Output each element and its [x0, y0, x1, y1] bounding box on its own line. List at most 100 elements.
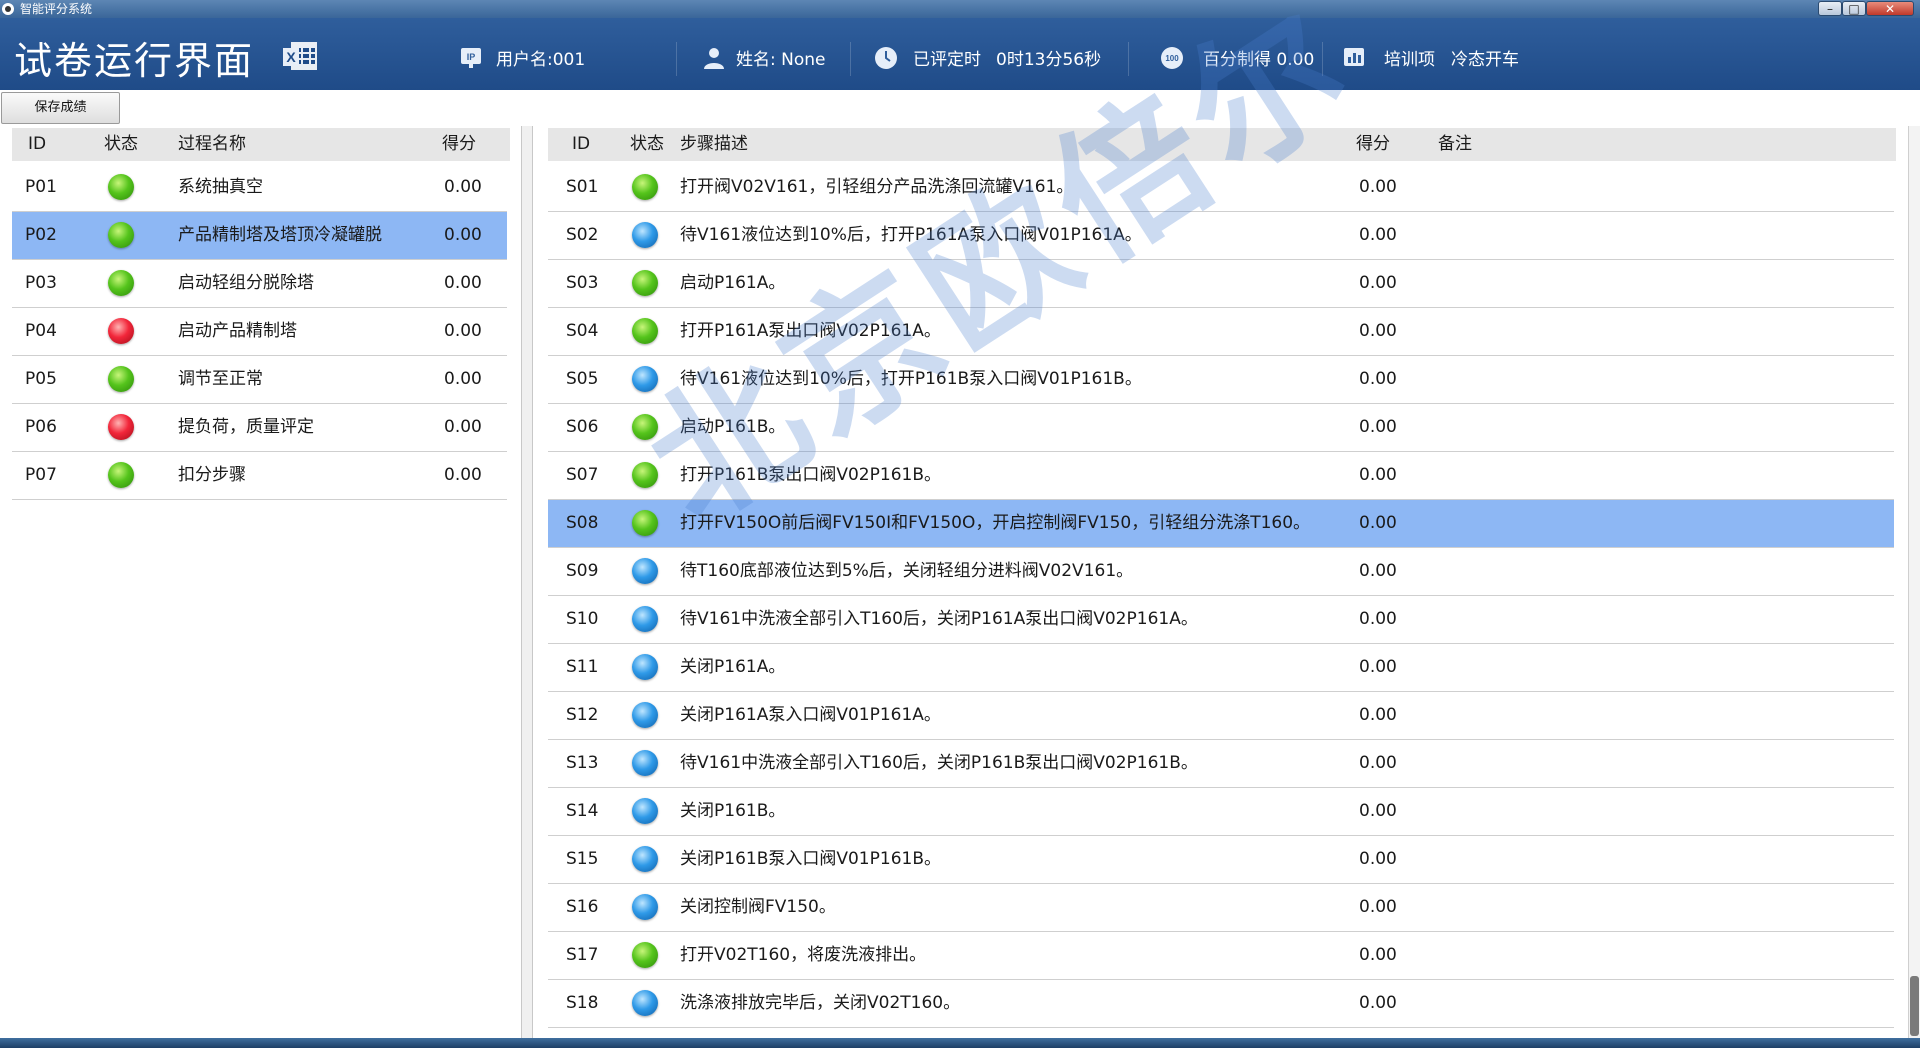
- process-id: P02: [25, 225, 57, 245]
- step-description: 待V161中洗液全部引入T160后，关闭P161A泵出口阀V02P161A。: [680, 609, 1198, 629]
- header-separator: [676, 42, 677, 76]
- process-row[interactable]: P02 产品精制塔及塔顶冷凝罐脱 0.00: [12, 212, 507, 260]
- step-id: S08: [566, 513, 599, 533]
- step-description: 待T160底部液位达到5%后，关闭轻组分进料阀V02V161。: [680, 561, 1134, 581]
- process-row[interactable]: P03 启动轻组分脱除塔 0.00: [12, 260, 507, 308]
- step-score: 0.00: [1359, 945, 1397, 965]
- close-icon: ✕: [1884, 2, 1896, 16]
- step-id: S12: [566, 705, 599, 725]
- maximize-icon: □: [1848, 2, 1860, 16]
- process-score: 0.00: [444, 465, 482, 485]
- step-description: 打开P161B泵出口阀V02P161B。: [680, 465, 941, 485]
- window-title: 智能评分系统: [20, 2, 93, 16]
- process-name: 启动轻组分脱除塔: [178, 273, 314, 293]
- process-row[interactable]: P06 提负荷，质量评定 0.00: [12, 404, 507, 452]
- score-text: 百分制得 0.00: [1203, 50, 1315, 70]
- col-desc: 步骤描述: [680, 134, 748, 154]
- process-name: 启动产品精制塔: [178, 321, 297, 341]
- status-green-indicator: [632, 942, 658, 968]
- step-score: 0.00: [1359, 225, 1397, 245]
- process-score: 0.00: [444, 321, 482, 341]
- step-score: 0.00: [1359, 705, 1397, 725]
- score-100-icon: 100: [1161, 47, 1183, 69]
- step-description: 洗涤液排放完毕后，关闭V02T160。: [680, 993, 961, 1013]
- step-score: 0.00: [1359, 609, 1397, 629]
- step-id: S03: [566, 273, 599, 293]
- step-score: 0.00: [1359, 753, 1397, 773]
- step-row[interactable]: S03 启动P161A。 0.00: [548, 260, 1894, 308]
- status-blue-indicator: [632, 894, 658, 920]
- process-row[interactable]: P07 扣分步骤 0.00: [12, 452, 507, 500]
- step-id: S16: [566, 897, 599, 917]
- process-score: 0.00: [444, 417, 482, 437]
- process-row[interactable]: P05 调节至正常 0.00: [12, 356, 507, 404]
- panel-splitter[interactable]: [521, 126, 533, 1038]
- step-description: 待V161中洗液全部引入T160后，关闭P161B泵出口阀V02P161B。: [680, 753, 1198, 773]
- step-row[interactable]: S09 待T160底部液位达到5%后，关闭轻组分进料阀V02V161。 0.00: [548, 548, 1894, 596]
- step-score: 0.00: [1359, 369, 1397, 389]
- excel-icon[interactable]: X: [283, 40, 319, 72]
- fullname-text: 姓名: None: [736, 50, 826, 70]
- process-id: P03: [25, 273, 57, 293]
- step-row[interactable]: S11 关闭P161A。 0.00: [548, 644, 1894, 692]
- step-row[interactable]: S04 打开P161A泵出口阀V02P161A。 0.00: [548, 308, 1894, 356]
- step-score: 0.00: [1359, 465, 1397, 485]
- step-row[interactable]: S17 打开V02T160，将废洗液排出。 0.00: [548, 932, 1894, 980]
- status-blue-indicator: [632, 366, 658, 392]
- username-text: 用户名:001: [496, 50, 586, 70]
- status-blue-indicator: [632, 222, 658, 248]
- process-name: 扣分步骤: [178, 465, 246, 485]
- step-row[interactable]: S08 打开FV150O前后阀FV150I和FV150O，开启控制阀FV150，引…: [548, 500, 1894, 548]
- step-row[interactable]: S13 待V161中洗液全部引入T160后，关闭P161B泵出口阀V02P161B…: [548, 740, 1894, 788]
- step-row[interactable]: S07 打开P161B泵出口阀V02P161B。 0.00: [548, 452, 1894, 500]
- step-row[interactable]: S06 启动P161B。 0.00: [548, 404, 1894, 452]
- scrollbar-thumb[interactable]: [1910, 976, 1919, 1036]
- step-id: S07: [566, 465, 599, 485]
- window-titlebar: 智能评分系统 – □ ✕: [0, 0, 1920, 18]
- status-green-indicator: [632, 462, 658, 488]
- step-description: 启动P161B。: [680, 417, 786, 437]
- header-separator: [1322, 42, 1323, 76]
- app-icon: [2, 3, 14, 15]
- maximize-button[interactable]: □: [1842, 1, 1866, 16]
- status-green-indicator: [108, 462, 134, 488]
- status-green-indicator: [108, 366, 134, 392]
- process-id: P07: [25, 465, 57, 485]
- step-row[interactable]: S15 关闭P161B泵入口阀V01P161B。 0.00: [548, 836, 1894, 884]
- step-score: 0.00: [1359, 513, 1397, 533]
- process-row[interactable]: P01 系统抽真空 0.00: [12, 164, 507, 212]
- status-red-indicator: [108, 318, 134, 344]
- step-id: S13: [566, 753, 599, 773]
- step-score: 0.00: [1359, 321, 1397, 341]
- process-score: 0.00: [444, 177, 482, 197]
- svg-text:X: X: [286, 49, 296, 65]
- step-description: 关闭控制阀FV150。: [680, 897, 836, 917]
- save-score-button[interactable]: 保存成绩: [1, 92, 120, 124]
- status-green-indicator: [108, 174, 134, 200]
- step-row[interactable]: S05 待V161液位达到10%后，打开P161B泵入口阀V01P161B。 0.0…: [548, 356, 1894, 404]
- status-blue-indicator: [632, 990, 658, 1016]
- clock-icon: [875, 47, 897, 69]
- step-description: 待V161液位达到10%后，打开P161B泵入口阀V01P161B。: [680, 369, 1142, 389]
- step-id: S18: [566, 993, 599, 1013]
- step-row[interactable]: S16 关闭控制阀FV150。 0.00: [548, 884, 1894, 932]
- vertical-scrollbar[interactable]: [1908, 126, 1920, 1038]
- process-row[interactable]: P04 启动产品精制塔 0.00: [12, 308, 507, 356]
- close-button[interactable]: ✕: [1866, 1, 1914, 16]
- step-row[interactable]: S10 待V161中洗液全部引入T160后，关闭P161A泵出口阀V02P161A…: [548, 596, 1894, 644]
- step-score: 0.00: [1359, 657, 1397, 677]
- status-blue-indicator: [632, 606, 658, 632]
- step-row[interactable]: S14 关闭P161B。 0.00: [548, 788, 1894, 836]
- step-row[interactable]: S01 打开阀V02V161，引轻组分产品洗涤回流罐V161。 0.00: [548, 164, 1894, 212]
- col-score: 得分: [442, 134, 476, 154]
- step-row[interactable]: S18 洗涤液排放完毕后，关闭V02T160。 0.00: [548, 980, 1894, 1028]
- step-row[interactable]: S02 待V161液位达到10%后，打开P161A泵入口阀V01P161A。 0.0…: [548, 212, 1894, 260]
- step-row[interactable]: S12 关闭P161A泵入口阀V01P161A。 0.00: [548, 692, 1894, 740]
- step-score: 0.00: [1359, 417, 1397, 437]
- minimize-button[interactable]: –: [1818, 1, 1842, 16]
- step-score: 0.00: [1359, 801, 1397, 821]
- process-score: 0.00: [444, 273, 482, 293]
- col-score: 得分: [1356, 134, 1390, 154]
- step-description: 启动P161A。: [680, 273, 786, 293]
- status-green-indicator: [108, 222, 134, 248]
